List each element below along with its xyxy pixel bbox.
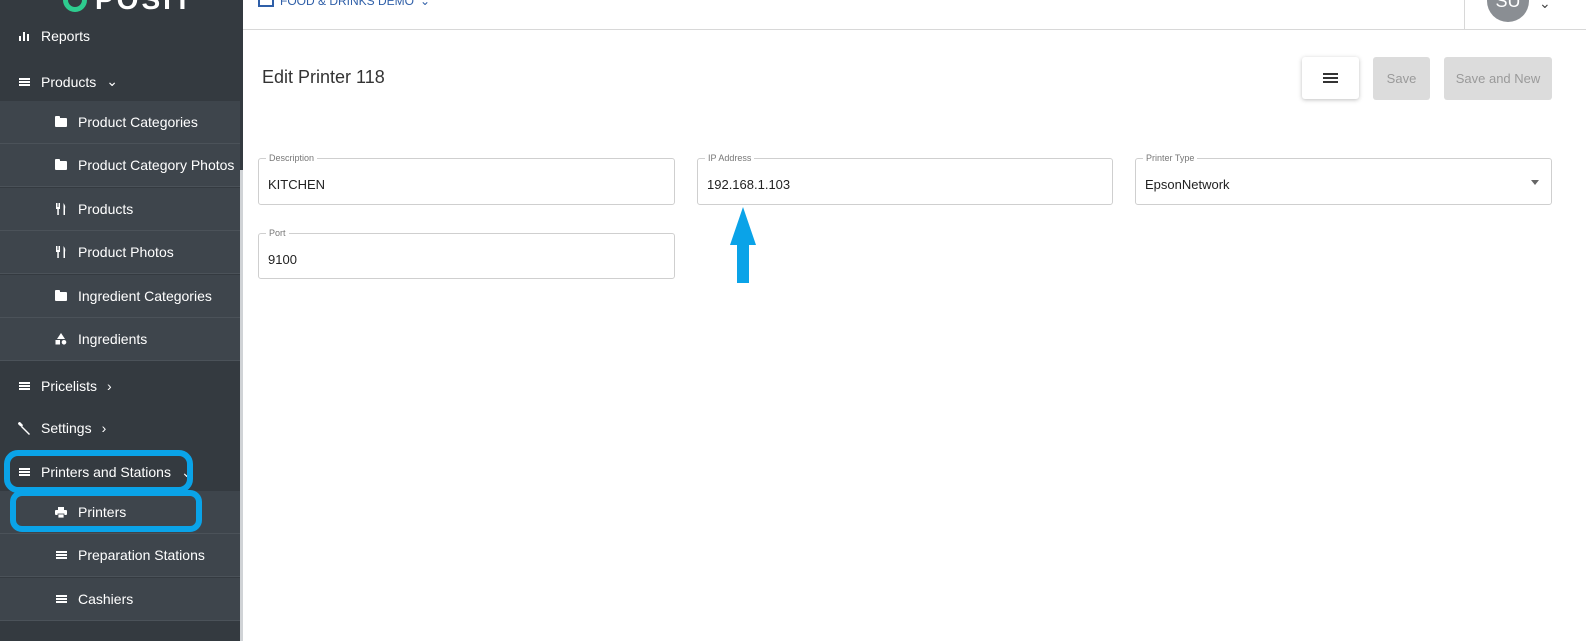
ip-address-field[interactable]: IP Address 192.168.1.103 [697,153,1113,205]
chevron-down-icon: ⌄ [420,0,431,8]
save-button[interactable]: Save [1373,57,1430,100]
sidebar-item-label: Products [41,73,97,90]
sidebar-item-label: Settings [41,420,92,436]
field-label: IP Address [705,153,755,163]
sidebar-item-label: Cashiers [78,591,134,607]
sidebar-item-label: Reports [41,28,91,44]
sidebar-item-ingredients[interactable]: Ingredients [0,318,240,361]
shapes-icon [54,332,68,346]
sidebar-item-settings[interactable]: Settings › [0,407,240,449]
list-view-button[interactable] [1302,57,1359,99]
dropdown-caret-icon [1531,180,1539,185]
sidebar: POSIT Reports Products ⌄ Product Categor… [0,0,243,641]
sidebar-item-product-category-photos[interactable]: Product Category Photos [0,144,240,187]
page-title: Edit Printer 118 [262,67,385,87]
avatar[interactable]: SU [1487,0,1529,22]
chevron-right-icon: › [107,378,112,394]
sidebar-item-reports[interactable]: Reports [0,26,240,46]
port-field[interactable]: Port 9100 [258,228,675,279]
store-selector[interactable]: FOOD & DRINKS DEMO ⌄ [258,0,430,8]
sidebar-item-label: Products [78,201,134,217]
sidebar-item-label: Preparation Stations [78,547,205,563]
sidebar-item-label: Ingredient Categories [78,288,212,304]
sidebar-item-pricelists[interactable]: Pricelists › [0,365,240,407]
field-label: Printer Type [1143,153,1198,163]
sidebar-item-label: Product Photos [78,244,174,260]
field-value: EpsonNetwork [1145,177,1230,192]
field-label: Port [266,228,289,238]
sidebar-item-preparation-stations[interactable]: Preparation Stations [0,534,240,577]
description-field[interactable]: Description KITCHEN [258,153,675,205]
sidebar-item-label: Product Category Photos [78,157,235,173]
folder-icon [54,158,68,172]
sidebar-item-product-photos[interactable]: Product Photos [0,231,240,274]
sidebar-item-products-group[interactable]: Products ⌄ [0,60,240,103]
highlight-printers-and-stations [4,450,193,493]
printer-type-select[interactable]: Printer Type EpsonNetwork [1135,153,1552,205]
store-icon [258,0,274,7]
field-value: KITCHEN [268,177,326,192]
annotation-arrow-icon [730,207,756,283]
field-value: 9100 [268,252,297,267]
list-icon [54,548,68,562]
save-and-new-button[interactable]: Save and New [1444,57,1552,100]
sidebar-item-product-categories[interactable]: Product Categories [0,101,240,144]
sidebar-item-ingredient-categories[interactable]: Ingredient Categories [0,275,240,318]
sidebar-item-label: Product Categories [78,114,198,130]
chevron-down-icon: ⌄ [1539,0,1551,11]
bar-chart-icon [17,29,31,43]
user-menu[interactable]: SU ⌄ [1464,0,1586,30]
brand-logo[interactable]: POSIT [63,0,194,16]
field-label: Description [266,153,318,163]
field-value: 192.168.1.103 [707,177,791,192]
highlight-printers [10,490,202,532]
folder-icon [54,289,68,303]
sidebar-item-products[interactable]: Products [0,188,240,231]
utensils-icon [54,202,68,216]
chevron-right-icon: › [101,420,107,436]
topbar: FOOD & DRINKS DEMO ⌄ SU ⌄ [243,0,1586,30]
chevron-down-icon: ⌄ [106,73,118,89]
logo-ring-icon [63,0,87,12]
store-name: FOOD & DRINKS DEMO [280,0,415,8]
sidebar-item-label: Ingredients [78,331,148,347]
sidebar-item-label: Pricelists [41,378,98,394]
wrench-icon [17,421,31,435]
list-icon [54,592,68,606]
list-icon [17,379,31,393]
utensils-icon [54,245,68,259]
list-icon [17,75,31,89]
list-icon [1323,73,1338,83]
folder-icon [54,115,68,129]
sidebar-item-cashiers[interactable]: Cashiers [0,578,240,621]
brand-name: POSIT [95,0,194,16]
sidebar-scrollbar[interactable] [240,170,243,641]
